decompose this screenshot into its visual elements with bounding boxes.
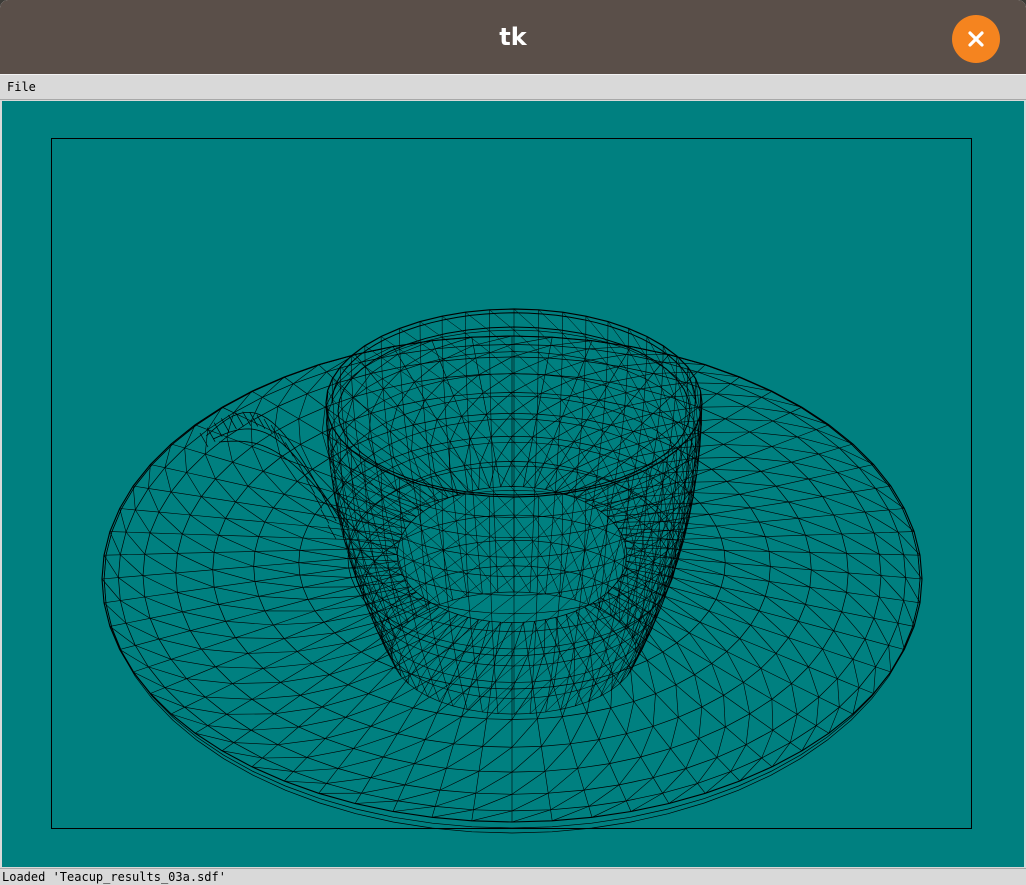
- saucer-mesh: [101, 335, 923, 834]
- menu-file[interactable]: File: [3, 79, 40, 95]
- window-title: tk: [499, 23, 527, 51]
- title-bar[interactable]: tk: [0, 0, 1026, 74]
- app-window: tk File Loaded 'Teacup_results_03a.sdf': [0, 0, 1026, 885]
- wireframe-teacup-and-saucer: [51, 138, 972, 834]
- status-bar: Loaded 'Teacup_results_03a.sdf': [0, 868, 1026, 885]
- close-icon: [968, 31, 984, 47]
- render-canvas[interactable]: [2, 101, 1024, 867]
- menu-bar: File: [0, 74, 1026, 100]
- viewport-frame: [51, 138, 972, 829]
- cup-mesh: [325, 308, 703, 715]
- status-text: Loaded 'Teacup_results_03a.sdf': [2, 870, 226, 884]
- close-button[interactable]: [952, 15, 1000, 63]
